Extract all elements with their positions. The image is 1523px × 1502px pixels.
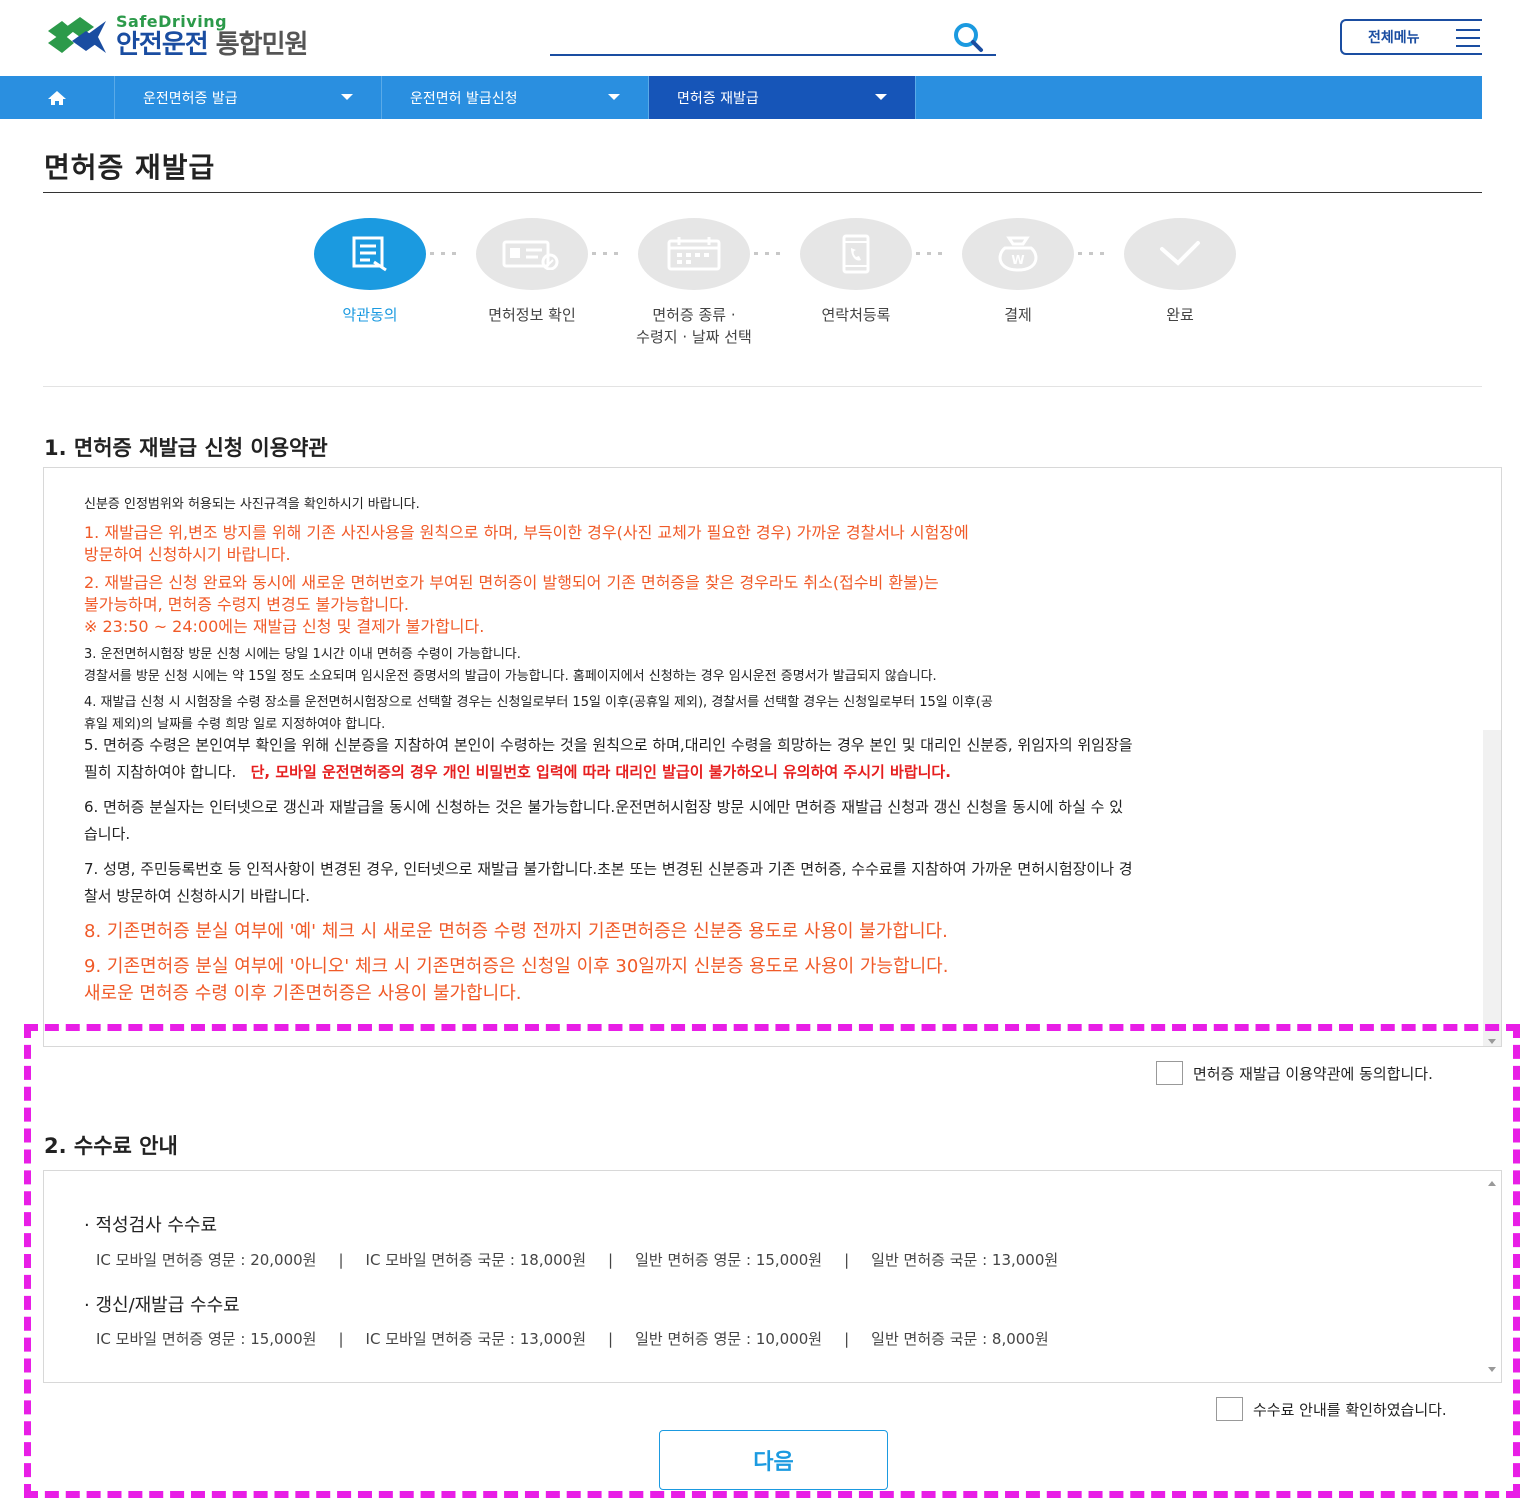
fees-scrollbar[interactable] xyxy=(1483,1171,1501,1382)
breadcrumb-nav: 운전면허증 발급 운전면허 발급신청 면허증 재발급 xyxy=(0,76,1482,119)
logo-ko-main: 안전운전 xyxy=(116,30,209,60)
fees-scroll-box[interactable]: · 적성검사 수수료 IC 모바일 면허증 영문 : 20,000원 | IC … xyxy=(43,1170,1502,1383)
aptitude-fee-title: · 적성검사 수수료 xyxy=(84,1215,218,1236)
terms-item-5-warning: 단, 모바일 운전면허증의 경우 개인 비밀번호 입력에 따라 대리인 발급이 … xyxy=(250,763,951,781)
progress-steps: 약관동의 면허정보 확인 면허증 종류 · 수령지 · 날짜 선택 연락처등록 … xyxy=(290,218,1250,358)
terms-item-1-cont: 방문하여 신청하시기 바랍니다. xyxy=(84,545,291,564)
terms-item-6: 6. 면허증 분실자는 인터넷으로 갱신과 재발급을 동시에 신청하는 것은 불… xyxy=(84,798,1124,816)
home-icon xyxy=(48,90,66,105)
nav-item-license-issue[interactable]: 운전면허증 발급 xyxy=(115,76,382,119)
step-type-place-date: 면허증 종류 · 수령지 · 날짜 선택 xyxy=(614,218,774,348)
terms-item-9-cont: 새로운 면허증 수령 이후 기존면허증은 사용이 불가합니다. xyxy=(84,983,522,1004)
fee-item: 일반 면허증 영문 : 15,000원 xyxy=(635,1251,823,1269)
home-button[interactable] xyxy=(0,76,115,119)
check-icon xyxy=(1160,241,1200,266)
fee-item: 일반 면허증 영문 : 10,000원 xyxy=(635,1330,823,1348)
fees-confirm-label: 수수료 안내를 확인하였습니다. xyxy=(1253,1400,1447,1419)
terms-item-1: 1. 재발급은 위,변조 방지를 위해 기존 사진사용을 원칙으로 하며, 부득… xyxy=(84,523,969,542)
next-button[interactable]: 다음 xyxy=(659,1430,888,1490)
full-menu-label: 전체메뉴 xyxy=(1368,30,1420,46)
nav-item-label: 면허증 재발급 xyxy=(677,90,759,107)
steps-divider xyxy=(43,386,1482,387)
terms-item-3-cont: 경찰서를 방문 신청 시에는 약 15일 정도 소요되며 임시운전 증명서의 발… xyxy=(84,669,937,684)
terms-item-4: 4. 재발급 신청 시 시험장을 수령 장소를 운전면허시험장으로 선택할 경우… xyxy=(84,695,993,710)
step-label: 면허정보 확인 xyxy=(488,306,576,324)
terms-agree-label: 면허증 재발급 이용약관에 동의합니다. xyxy=(1193,1064,1433,1083)
terms-item-7: 7. 성명, 주민등록번호 등 인적사항이 변경된 경우, 인터넷으로 재발급 … xyxy=(84,860,1133,878)
header: SafeDriving 안전운전 통합민원 전체메뉴 xyxy=(0,0,1523,76)
terms-agree-checkbox[interactable] xyxy=(1156,1061,1183,1085)
terms-item-3: 3. 운전면허시험장 방문 신청 시에는 당일 1시간 이내 면허증 수령이 가… xyxy=(84,647,521,662)
calendar-icon xyxy=(667,237,721,271)
site-logo[interactable]: SafeDriving 안전운전 통합민원 xyxy=(44,12,309,60)
terms-item-2-cont: 불가능하며, 면허증 수령지 변경도 불가능합니다. xyxy=(84,595,409,614)
terms-intro: 신분증 인정범위와 허용되는 사진규격을 확인하시기 바랍니다. xyxy=(84,497,420,512)
step-label: 완료 xyxy=(1166,306,1194,324)
step-payment: W 결제 xyxy=(938,218,1098,326)
aptitude-fee-row: IC 모바일 면허증 영문 : 20,000원 | IC 모바일 면허증 국문 … xyxy=(96,1250,1059,1270)
terms-item-5: 5. 면허증 수령은 본인여부 확인을 위해 신분증을 지참하여 본인이 수령하… xyxy=(84,736,1133,754)
fee-item: IC 모바일 면허증 영문 : 15,000원 xyxy=(96,1330,317,1348)
logo-ko-sub: 통합민원 xyxy=(215,30,309,60)
page-title: 면허증 재발급 xyxy=(44,151,216,184)
clover-logo-icon xyxy=(48,17,106,53)
terms-scrollbar[interactable] xyxy=(1483,730,1501,1046)
terms-item-9: 9. 기존면허증 분실 여부에 '아니오' 체크 시 기존면허증은 신청일 이후… xyxy=(84,956,949,977)
step-complete: 완료 xyxy=(1100,218,1260,326)
payment-icon: W xyxy=(998,236,1038,272)
terms-item-2-note: ※ 23:50 ~ 24:00에는 재발급 신청 및 결제가 불가합니다. xyxy=(84,617,485,636)
fee-item: 일반 면허증 국문 : 13,000원 xyxy=(871,1251,1059,1269)
document-icon xyxy=(352,236,387,272)
step-label: 연락처등록 xyxy=(821,306,891,324)
search-icon[interactable] xyxy=(948,20,988,54)
nav-item-reissue[interactable]: 면허증 재발급 xyxy=(649,76,916,119)
terms-item-8: 8. 기존면허증 분실 여부에 '예' 체크 시 새로운 면허증 수령 전까지 … xyxy=(84,921,948,942)
caret-down-icon xyxy=(341,94,353,100)
svg-text:W: W xyxy=(1011,253,1024,267)
nav-item-label: 운전면허 발급신청 xyxy=(410,90,518,107)
terms-item-5-cont: 필히 지참하여야 합니다. xyxy=(84,763,237,781)
terms-scroll-box[interactable]: 신분증 인정범위와 허용되는 사진규격을 확인하시기 바랍니다. 1. 재발급은… xyxy=(43,467,1502,1047)
hamburger-icon xyxy=(1456,29,1480,47)
nav-item-label: 운전면허증 발급 xyxy=(143,90,238,107)
search-bar xyxy=(550,18,996,56)
nav-item-issue-request[interactable]: 운전면허 발급신청 xyxy=(382,76,649,119)
phone-icon xyxy=(842,234,870,274)
terms-section-title: 1. 면허증 재발급 신청 이용약관 xyxy=(44,436,328,460)
full-menu-button[interactable]: 전체메뉴 xyxy=(1340,19,1482,55)
step-label-line2: 수령지 · 날짜 선택 xyxy=(636,328,752,346)
terms-item-7-cont: 찰서 방문하여 신청하시기 바랍니다. xyxy=(84,887,311,905)
logo-en-text: SafeDriving xyxy=(116,12,228,31)
step-license-info: 면허정보 확인 xyxy=(452,218,612,326)
title-divider xyxy=(43,192,1482,193)
renew-fee-title: · 갱신/재발급 수수료 xyxy=(84,1295,240,1316)
terms-item-6-cont: 습니다. xyxy=(84,825,131,843)
fees-section-title: 2. 수수료 안내 xyxy=(44,1134,178,1158)
terms-item-4-cont: 휴일 제외)의 날짜를 수령 희망 일로 지정하여야 합니다. xyxy=(84,717,386,730)
fee-item: IC 모바일 면허증 영문 : 20,000원 xyxy=(96,1251,317,1269)
fee-item: IC 모바일 면허증 국문 : 13,000원 xyxy=(365,1330,587,1348)
caret-down-icon xyxy=(875,94,887,100)
fee-item: IC 모바일 면허증 국문 : 18,000원 xyxy=(365,1251,587,1269)
terms-item-2: 2. 재발급은 신청 완료와 동시에 새로운 면허번호가 부여된 면허증이 발행… xyxy=(84,573,939,592)
fees-agree: 수수료 안내를 확인하였습니다. xyxy=(1216,1397,1447,1421)
step-label: 약관동의 xyxy=(342,306,398,324)
fees-confirm-checkbox[interactable] xyxy=(1216,1397,1243,1421)
caret-down-icon xyxy=(608,94,620,100)
scroll-up-arrow-icon[interactable] xyxy=(1488,1181,1496,1186)
search-input[interactable] xyxy=(550,18,930,52)
renew-fee-row: IC 모바일 면허증 영문 : 15,000원 | IC 모바일 면허증 국문 … xyxy=(96,1329,1049,1349)
terms-agree: 면허증 재발급 이용약관에 동의합니다. xyxy=(1156,1061,1433,1085)
step-label: 결제 xyxy=(1004,306,1032,324)
step-contact: 연락처등록 xyxy=(776,218,936,326)
step-terms: 약관동의 xyxy=(290,218,450,326)
scroll-down-arrow-icon[interactable] xyxy=(1488,1367,1496,1372)
fee-item: 일반 면허증 국문 : 8,000원 xyxy=(871,1330,1049,1348)
scroll-down-arrow-icon[interactable] xyxy=(1488,1039,1496,1044)
id-card-icon xyxy=(502,240,559,270)
step-label: 면허증 종류 · xyxy=(652,306,736,324)
